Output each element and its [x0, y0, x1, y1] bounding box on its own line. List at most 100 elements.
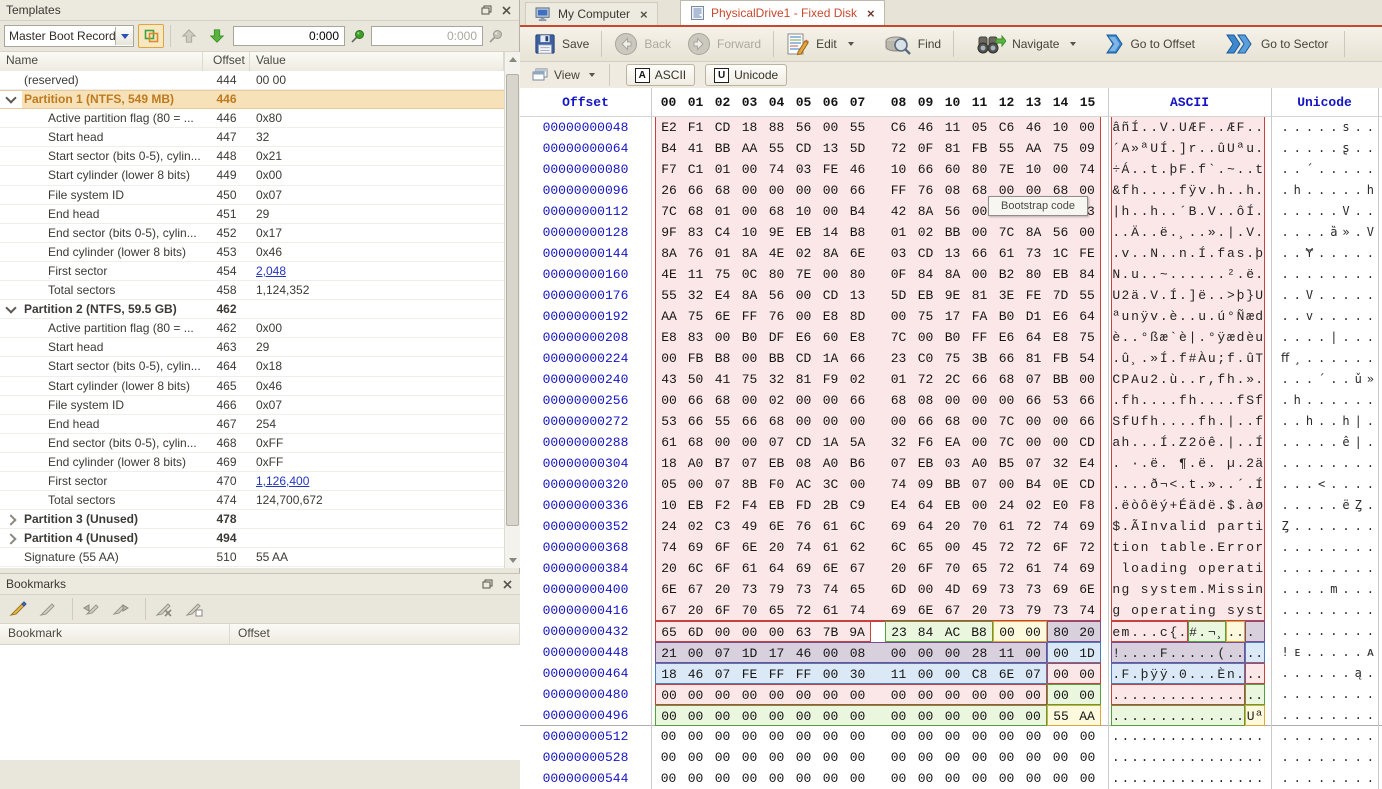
hex-byte[interactable]: 20 [682, 600, 709, 621]
ascii-char[interactable] [1121, 600, 1131, 621]
ascii-char[interactable]: h [1130, 180, 1140, 201]
unicode-char[interactable]: Ɏ [1303, 243, 1315, 264]
hex-byte[interactable]: 07 [1020, 453, 1047, 474]
hex-byte[interactable]: 00 [817, 264, 844, 285]
hex-byte[interactable]: 56 [763, 285, 790, 306]
hex-byte[interactable]: 72 [885, 138, 912, 159]
hex-byte[interactable]: 67 [939, 600, 966, 621]
ascii-char[interactable]: æ [1159, 327, 1169, 348]
hex-byte[interactable]: 00 [1074, 684, 1101, 705]
ascii-char[interactable]: U [1255, 285, 1265, 306]
template-row[interactable]: End cylinder (lower 8 bits)4690xFF [0, 453, 504, 472]
hex-byte[interactable]: 05 [655, 474, 682, 495]
ascii-char[interactable]: . [1121, 684, 1131, 705]
unicode-char[interactable]: . [1340, 243, 1352, 264]
ascii-char[interactable]: . [1255, 117, 1265, 138]
hex-byte[interactable]: 00 [790, 390, 817, 411]
hex-byte[interactable]: E6 [790, 327, 817, 348]
unicode-char[interactable]: . [1364, 390, 1376, 411]
hex-byte[interactable]: 6E [763, 516, 790, 537]
ascii-char[interactable]: . [1207, 117, 1217, 138]
hex-byte[interactable]: 73 [1020, 243, 1047, 264]
hex-byte[interactable]: 45 [966, 537, 993, 558]
hex-byte[interactable]: 7C [993, 222, 1020, 243]
ascii-char[interactable]: . [1207, 747, 1217, 768]
ascii-char[interactable]: . [1197, 642, 1207, 663]
pushpin-green-icon[interactable] [348, 26, 368, 46]
ascii-char[interactable]: N [1111, 264, 1121, 285]
ascii-char[interactable]: . [1130, 684, 1140, 705]
unicode-char[interactable]: m [1328, 579, 1340, 600]
ascii-char[interactable]: e [1217, 558, 1227, 579]
hex-byte[interactable]: 65 [844, 579, 871, 600]
unicode-char[interactable]: . [1303, 705, 1315, 726]
hex-byte[interactable]: A0 [682, 453, 709, 474]
unicode-char[interactable]: . [1364, 684, 1376, 705]
hex-byte[interactable]: 00 [844, 726, 871, 747]
templates-scrollbar[interactable] [504, 52, 520, 568]
ascii-char[interactable]: . [1149, 747, 1159, 768]
hex-byte[interactable]: 81 [939, 138, 966, 159]
ascii-char[interactable]: . [1121, 642, 1131, 663]
ascii-char[interactable]: o [1130, 600, 1140, 621]
hex-byte[interactable]: 00 [655, 390, 682, 411]
hex-byte[interactable]: 30 [844, 663, 871, 684]
ascii-char[interactable] [1111, 558, 1121, 579]
ascii-char[interactable]: . [1169, 726, 1179, 747]
hex-byte[interactable]: B4 [1020, 474, 1047, 495]
ascii-char[interactable]: . [1207, 306, 1217, 327]
hex-byte[interactable]: 6C [844, 516, 871, 537]
ascii-char[interactable]: t [1245, 558, 1255, 579]
hex-byte[interactable]: 72 [993, 537, 1020, 558]
ascii-char[interactable]: . [1169, 390, 1179, 411]
unicode-char[interactable]: . [1316, 642, 1328, 663]
ascii-char[interactable]: . [1255, 369, 1265, 390]
hex-byte[interactable]: FD [790, 495, 817, 516]
hex-byte[interactable]: 01 [885, 222, 912, 243]
hex-byte[interactable]: 65 [966, 558, 993, 579]
hex-byte[interactable]: 9E [939, 285, 966, 306]
hex-byte[interactable]: E4 [709, 285, 736, 306]
col-header-bm-offset[interactable]: Offset [230, 624, 520, 644]
template-row[interactable]: Active partition flag (80 = ...4620x00 [0, 319, 504, 338]
hex-byte[interactable]: 46 [682, 663, 709, 684]
ascii-char[interactable]: ë [1149, 453, 1159, 474]
hex-byte[interactable]: 00 [736, 432, 763, 453]
template-row[interactable]: Partition 3 (Unused)478 [0, 510, 504, 529]
ascii-char[interactable]: p [1217, 516, 1227, 537]
ascii-char[interactable]: . [1178, 474, 1188, 495]
hex-byte[interactable]: 11 [939, 117, 966, 138]
hex-byte[interactable]: EB [682, 495, 709, 516]
unicode-char[interactable]: ﬀ [1279, 348, 1291, 369]
hex-byte[interactable]: 72 [1074, 537, 1101, 558]
hex-byte[interactable]: 6E [993, 663, 1020, 684]
hex-byte[interactable]: 00 [763, 684, 790, 705]
unicode-char[interactable]: . [1340, 516, 1352, 537]
unicode-char[interactable]: . [1328, 642, 1340, 663]
template-row[interactable]: File system ID4660x07 [0, 396, 504, 415]
ascii-char[interactable]: b [1178, 537, 1188, 558]
unicode-char[interactable]: . [1352, 348, 1364, 369]
ascii-char[interactable]: A [1121, 138, 1131, 159]
ascii-char[interactable]: . [1149, 117, 1159, 138]
ascii-char[interactable]: s [1236, 579, 1246, 600]
unicode-char[interactable]: ᴀ [1364, 642, 1376, 663]
ascii-char[interactable]: e [1197, 537, 1207, 558]
hex-byte[interactable]: 00 [763, 621, 790, 642]
hex-byte[interactable]: FE [817, 159, 844, 180]
ascii-char[interactable]: . [1149, 621, 1159, 642]
ascii-char[interactable]: . [1159, 306, 1169, 327]
unicode-char[interactable]: ʂ [1340, 138, 1352, 159]
ascii-char[interactable]: . [1140, 390, 1150, 411]
hex-byte[interactable]: 07 [763, 432, 790, 453]
ascii-char[interactable]: t [1245, 516, 1255, 537]
hex-byte[interactable]: 00 [709, 705, 736, 726]
scroll-up-icon[interactable] [506, 52, 520, 67]
hex-byte[interactable]: 9A [844, 621, 871, 642]
ascii-char[interactable]: . [1217, 495, 1227, 516]
hex-byte[interactable]: 00 [655, 726, 682, 747]
ascii-char[interactable]: ° [1226, 306, 1236, 327]
ascii-char[interactable]: V [1149, 285, 1159, 306]
ascii-char[interactable]: 2 [1121, 285, 1131, 306]
hex-byte[interactable]: 68 [993, 369, 1020, 390]
